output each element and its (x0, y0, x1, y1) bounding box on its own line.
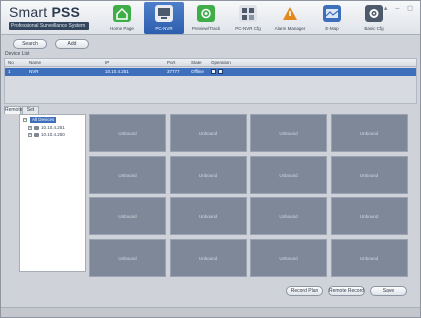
video-cell-label: Unbound (198, 131, 218, 136)
emap-icon (323, 5, 341, 22)
video-cell-label: Unbound (359, 255, 379, 261)
cell-name: NVR (29, 69, 39, 74)
device-icon (34, 133, 39, 137)
collapse-icon[interactable]: − (23, 118, 27, 122)
video-cell-label: Unbound (118, 255, 137, 261)
column-header-port: Port (167, 60, 176, 65)
video-cell-label: Unbound (359, 131, 379, 136)
video-cell-label: Unbound (198, 255, 218, 261)
cell-ip: 10.10.4.251 (105, 69, 129, 74)
table-row[interactable]: 1 NVR 10.10.4.251 37777 Offline (5, 68, 416, 76)
preview-icon (197, 5, 215, 22)
app-title: Smart PSS (9, 4, 81, 20)
record-plan-button[interactable]: Record Plan (286, 286, 323, 296)
add-button[interactable]: Add (55, 39, 89, 49)
app-logo: Smart PSS Professional Surveillance Syst… (7, 4, 89, 32)
video-cell[interactable]: Unbound (250, 238, 327, 277)
video-cell-label: Unbound (118, 131, 137, 136)
nav-preview[interactable]: Preview/Track (186, 2, 226, 34)
remote-record-button[interactable]: Remote Record (328, 286, 365, 296)
column-header-ip: IP (105, 60, 110, 65)
cell-port: 37777 (167, 69, 180, 74)
nav-pc-nvr-cfg[interactable]: PC-NVR Cfg (228, 2, 268, 34)
video-cell[interactable]: Unbound (169, 155, 247, 194)
nav-e-map[interactable]: E-Map (312, 2, 352, 34)
video-cell[interactable]: Unbound (330, 238, 408, 277)
tree-node-device[interactable]: 10.10.4.251 (41, 125, 65, 131)
cell-no: 1 (8, 69, 11, 74)
video-cell[interactable]: Unbound (330, 114, 408, 152)
nvr-icon (155, 5, 173, 22)
video-cell-label: Unbound (198, 172, 218, 178)
column-header-name: Name (29, 60, 42, 65)
expand-icon[interactable]: + (28, 126, 32, 130)
video-cell[interactable]: Unbound (89, 155, 166, 194)
video-cell-label: Unbound (118, 172, 137, 178)
video-cell-label: Unbound (279, 131, 298, 136)
window-controls[interactable]: ▴ – ◻ (376, 4, 416, 14)
video-cell[interactable]: Unbound (89, 238, 166, 277)
tree-node-device[interactable]: 10.10.4.250 (41, 132, 65, 138)
search-button[interactable]: Search (13, 39, 47, 49)
column-header-operation: Operation (211, 60, 231, 65)
video-cell-label: Unbound (118, 214, 137, 219)
video-cell-label: Unbound (359, 172, 379, 178)
video-cell[interactable]: Unbound (250, 155, 327, 194)
device-list-label: Device List (5, 51, 30, 57)
video-cell-label: Unbound (279, 214, 298, 219)
app-window: Smart PSS Professional Surveillance Syst… (0, 0, 421, 318)
status-bar (1, 307, 420, 317)
column-header-state: State (191, 60, 202, 65)
cell-state: Offline (191, 69, 204, 74)
video-cell[interactable]: Unbound (250, 197, 327, 235)
tree-node-root[interactable]: All Devices (30, 117, 57, 123)
nav-home-page[interactable]: Home Page (102, 2, 142, 34)
config-icon (239, 5, 257, 22)
home-icon (113, 5, 131, 22)
delete-icon[interactable] (218, 69, 223, 74)
video-cell[interactable]: Unbound (89, 114, 166, 152)
video-cell-label: Unbound (359, 214, 379, 219)
video-cell[interactable]: Unbound (250, 114, 327, 152)
video-cell[interactable]: Unbound (330, 197, 408, 235)
tab-remote[interactable]: Remote (4, 106, 23, 114)
device-table: No Name IP Port State Operation 1 NVR 10… (4, 58, 417, 104)
app-subtitle: Professional Surveillance System (9, 22, 89, 30)
video-cell[interactable]: Unbound (169, 197, 247, 235)
video-cell-label: Unbound (198, 214, 218, 219)
video-cell[interactable]: Unbound (330, 155, 408, 194)
video-cell[interactable]: Unbound (169, 114, 247, 152)
tab-set[interactable]: Set (22, 106, 39, 114)
video-cell[interactable]: Unbound (169, 238, 247, 277)
table-header: No Name IP Port State Operation (5, 59, 416, 67)
expand-icon[interactable]: + (28, 133, 32, 137)
alarm-icon (281, 5, 299, 22)
top-nav-bar: Smart PSS Professional Surveillance Syst… (1, 1, 420, 35)
video-grid: Unbound Unbound Unbound Unbound Unbound Unbou… (89, 114, 409, 277)
video-cell-label: Unbound (279, 172, 298, 178)
video-cell-label: Unbound (279, 255, 298, 261)
nav-alarm-manager[interactable]: Alarm Manager (270, 2, 310, 34)
column-header-no: No (8, 60, 14, 65)
video-cell[interactable]: Unbound (89, 197, 166, 235)
save-button[interactable]: Save (370, 286, 407, 296)
edit-icon[interactable] (211, 69, 216, 74)
nav-pc-nvr[interactable]: PC-NVR (144, 2, 184, 34)
device-tree: − All Devices + 10.10.4.251 + 10.10.4.25… (19, 114, 86, 272)
device-icon (34, 126, 39, 130)
